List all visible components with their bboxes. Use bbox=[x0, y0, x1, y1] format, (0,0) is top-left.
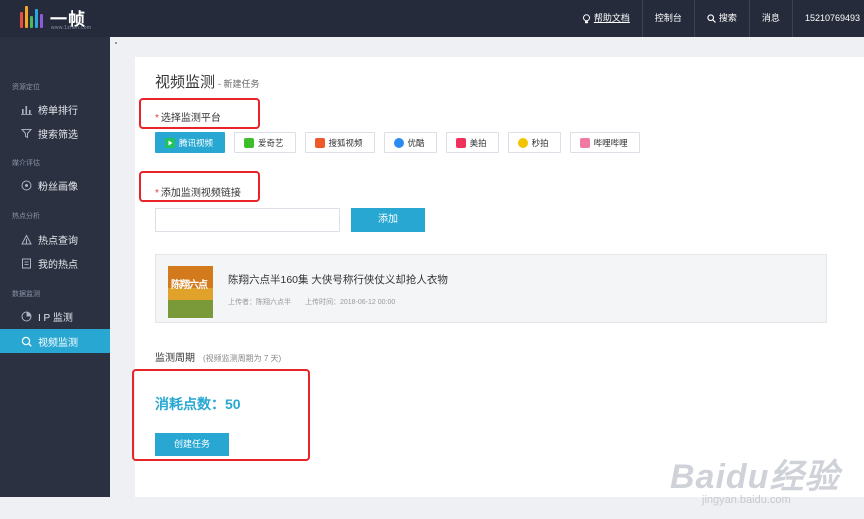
video-monitor-icon bbox=[21, 336, 32, 347]
platform-youku[interactable]: 优酷 bbox=[383, 132, 437, 153]
sidebar-item-my-hot[interactable]: 我的热点 bbox=[0, 251, 110, 275]
video-link-input[interactable] bbox=[155, 208, 340, 232]
platform-label: 爱奇艺 bbox=[258, 137, 284, 148]
hot-query-icon bbox=[21, 233, 32, 245]
page-title-text: 视频监测 bbox=[155, 74, 216, 91]
search-icon bbox=[707, 14, 716, 23]
page-subtitle: - 新建任务 bbox=[218, 79, 260, 89]
platform-tencent-video[interactable]: 腾讯视频 bbox=[155, 132, 226, 153]
sidebar-item-label: 搜索筛选 bbox=[38, 129, 78, 141]
thumbnail-text: 陈翔六点 bbox=[171, 280, 208, 291]
platform-sohu-video[interactable]: 搜狐视频 bbox=[304, 132, 375, 153]
main-area: 视频监测 - 新建任务 * 选择监测平台 腾讯视频 爱奇艺 搜狐视频 优酷 美拍… bbox=[110, 37, 864, 506]
search-label: 搜索 bbox=[718, 13, 737, 23]
sidebar-item-label: 榜单排行 bbox=[38, 105, 78, 117]
platform-list: 腾讯视频 爱奇艺 搜狐视频 优酷 美拍 秒拍 哔哩哔哩 bbox=[155, 132, 640, 153]
fan-portrait-icon bbox=[21, 180, 32, 191]
platform-label: 哔哩哔哩 bbox=[593, 137, 628, 148]
video-meta: 上传者：陈翔六点半 上传时间：2018-06-12 00:00 bbox=[228, 297, 395, 307]
help-docs-label: 帮助文档 bbox=[593, 13, 630, 23]
period-hint: (视频监测周期为 7 天) bbox=[203, 354, 282, 363]
video-title: 陈翔六点半160集 大侠号称行侠仗义却抢人衣物 bbox=[228, 274, 448, 286]
sidebar-item-ranking[interactable]: 榜单排行 bbox=[0, 97, 110, 121]
logo-subtitle: www.1zhen.com bbox=[51, 25, 92, 31]
platform-meipai[interactable]: 美拍 bbox=[445, 132, 499, 153]
create-task-button[interactable]: 创建任务 bbox=[155, 433, 229, 456]
sidebar-section-monitor: 数据监测 bbox=[12, 291, 40, 298]
miaopai-icon bbox=[517, 137, 528, 148]
required-marker: * bbox=[155, 188, 159, 199]
platform-bilibili[interactable]: 哔哩哔哩 bbox=[569, 132, 640, 153]
user-account[interactable]: 15210769493 bbox=[791, 0, 864, 37]
platform-label: 腾讯视频 bbox=[179, 137, 214, 148]
link-label-text: 添加监测视频链接 bbox=[160, 188, 241, 199]
sidebar-item-label: 热点查询 bbox=[38, 235, 78, 247]
lightbulb-icon bbox=[582, 13, 590, 23]
search-link[interactable]: 搜索 bbox=[693, 0, 749, 37]
video-item[interactable]: 陈翔六点 陈翔六点半160集 大侠号称行侠仗义却抢人衣物 上传者：陈翔六点半 上… bbox=[155, 254, 827, 323]
tencent-video-icon bbox=[165, 137, 175, 148]
bilibili-icon bbox=[579, 137, 590, 148]
video-uploader: 上传者：陈翔六点半 bbox=[228, 299, 291, 306]
bar-chart-icon bbox=[21, 104, 32, 115]
sidebar: 资源定位 榜单排行 搜索筛选 媒介评估 粉丝画像 热点分析 热点查询 我的热点 … bbox=[0, 37, 110, 497]
sidebar-item-label: 我的热点 bbox=[38, 259, 78, 271]
sidebar-item-ip-monitor[interactable]: I P 监测 bbox=[0, 304, 110, 328]
help-docs-link[interactable]: 帮助文档 bbox=[570, 0, 642, 37]
sidebar-item-label: 视频监测 bbox=[38, 337, 78, 349]
platform-label: 美拍 bbox=[469, 137, 487, 148]
filter-icon bbox=[21, 128, 32, 139]
sidebar-item-video-monitor[interactable]: 视频监测 bbox=[0, 329, 110, 353]
sidebar-item-label: 粉丝画像 bbox=[38, 181, 78, 193]
sidebar-item-label: I P 监测 bbox=[38, 312, 73, 324]
sidebar-section-media: 媒介评估 bbox=[12, 160, 40, 167]
breadcrumb bbox=[115, 42, 117, 44]
platform-label: 优酷 bbox=[407, 137, 425, 148]
link-section-label: * 添加监测视频链接 bbox=[155, 184, 241, 199]
sidebar-item-fans[interactable]: 粉丝画像 bbox=[0, 173, 110, 197]
sidebar-section-hot: 热点分析 bbox=[12, 213, 40, 220]
top-nav: 帮助文档 控制台 搜索 消息 15210769493 bbox=[570, 0, 864, 37]
platform-iqiyi[interactable]: 爱奇艺 bbox=[234, 132, 296, 153]
platform-miaopai[interactable]: 秒拍 bbox=[507, 132, 561, 153]
sidebar-section-resource: 资源定位 bbox=[12, 84, 40, 91]
period-label: 监测周期 bbox=[155, 353, 195, 364]
add-link-button[interactable]: 添加 bbox=[351, 208, 425, 232]
top-bar: 一帧 www.1zhen.com 帮助文档 控制台 搜索 消息 15210769… bbox=[0, 0, 864, 37]
platform-section-label: * 选择监测平台 bbox=[155, 109, 221, 124]
video-thumbnail: 陈翔六点 bbox=[168, 266, 213, 318]
console-link[interactable]: 控制台 bbox=[641, 0, 694, 37]
console-label: 控制台 bbox=[654, 13, 682, 23]
iqiyi-icon bbox=[244, 137, 255, 148]
points-cost: 消耗点数：50 bbox=[155, 396, 241, 412]
sidebar-item-filter[interactable]: 搜索筛选 bbox=[0, 121, 110, 145]
monitor-period: 监测周期 (视频监测周期为 7 天) bbox=[155, 349, 281, 364]
platform-label-text: 选择监测平台 bbox=[160, 113, 221, 124]
messages-link[interactable]: 消息 bbox=[748, 0, 792, 37]
required-marker: * bbox=[155, 113, 159, 124]
messages-label: 消息 bbox=[761, 13, 780, 23]
ip-monitor-icon bbox=[21, 311, 32, 322]
logo-bars-icon bbox=[20, 6, 46, 28]
meipai-icon bbox=[455, 137, 466, 148]
platform-label: 搜狐视频 bbox=[328, 137, 363, 148]
new-task-panel: 视频监测 - 新建任务 * 选择监测平台 腾讯视频 爱奇艺 搜狐视频 优酷 美拍… bbox=[132, 57, 864, 497]
my-hot-icon bbox=[21, 258, 32, 269]
video-upload-time: 上传时间：2018-06-12 00:00 bbox=[305, 299, 396, 306]
platform-label: 秒拍 bbox=[531, 137, 549, 148]
youku-icon bbox=[393, 137, 404, 148]
logo[interactable]: 一帧 www.1zhen.com bbox=[20, 4, 110, 32]
page-title: 视频监测 - 新建任务 bbox=[155, 71, 260, 92]
sohu-video-icon bbox=[314, 137, 325, 148]
user-phone: 15210769493 bbox=[804, 13, 860, 23]
sidebar-item-hot-query[interactable]: 热点查询 bbox=[0, 227, 110, 251]
